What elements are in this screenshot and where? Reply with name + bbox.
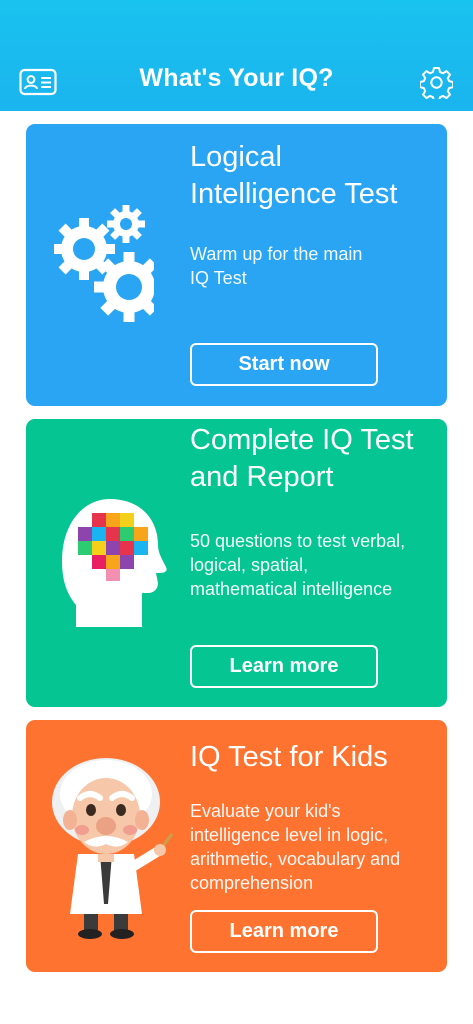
card-description: 50 questions to test verbal, logical, sp… <box>190 531 406 599</box>
card-title: Logical Intelligence Test <box>190 141 398 210</box>
learn-more-button[interactable]: Learn more <box>190 645 378 688</box>
card-title: IQ Test for Kids <box>190 741 388 773</box>
einstein-cartoon-icon <box>50 754 176 945</box>
iq-test-for-kids-card[interactable]: IQ Test for Kids Evaluate your kid's int… <box>26 720 447 972</box>
gear-icon[interactable] <box>418 66 455 103</box>
gears-icon <box>53 204 164 334</box>
app-header: What's Your IQ? <box>0 0 473 111</box>
head-brain-icon <box>62 497 168 634</box>
learn-more-button[interactable]: Learn more <box>190 910 378 953</box>
page-title: What's Your IQ? <box>139 64 334 92</box>
logical-test-card[interactable]: Logical Intelligence Test Warm up for th… <box>26 124 447 406</box>
card-description: Warm up for the main IQ Test <box>190 244 363 288</box>
card-description: Evaluate your kid's intelligence level i… <box>190 801 401 893</box>
card-title: Complete IQ Test and Report <box>190 424 414 493</box>
complete-iq-test-card[interactable]: Complete IQ Test and Report 50 questions… <box>26 419 447 707</box>
start-now-button[interactable]: Start now <box>190 343 378 386</box>
